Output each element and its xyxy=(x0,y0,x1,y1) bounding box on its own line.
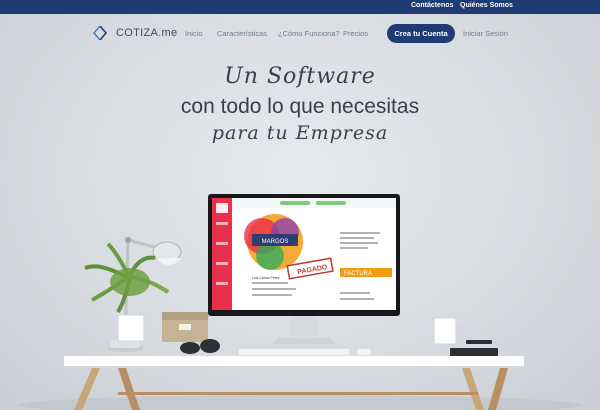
keyboard xyxy=(237,347,373,357)
client-name: Luis Carlos Perez xyxy=(252,276,280,280)
desk-scene-illustration: PAGADO FACTURA MARGOS Luis Carlos Perez xyxy=(20,194,580,410)
coffee-mug xyxy=(433,317,462,345)
storage-box xyxy=(162,312,208,342)
invoice-label: FACTURA xyxy=(344,271,372,277)
tablet xyxy=(450,340,498,356)
client-logo-text: MARGOS xyxy=(262,239,289,245)
